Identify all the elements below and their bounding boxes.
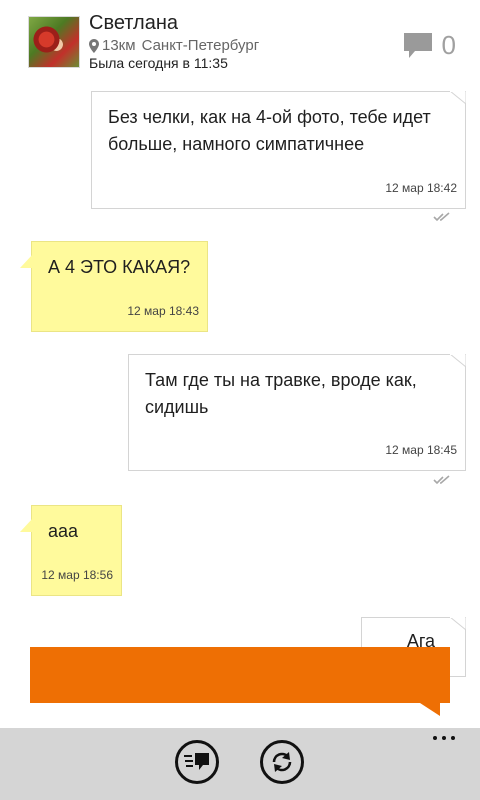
- bubble-tail: [20, 518, 33, 532]
- message-counter[interactable]: 0: [403, 30, 456, 61]
- message-time: 12 мар 18:43: [127, 304, 199, 318]
- message-text: Без челки, как на 4-ой фото, тебе идет б…: [108, 107, 431, 154]
- map-pin-icon: [89, 38, 99, 53]
- message-time: 12 мар 18:45: [385, 443, 457, 457]
- message-outgoing[interactable]: Там где ты на травке, вроде как, сидишь …: [128, 354, 466, 471]
- contact-name[interactable]: Светлана: [89, 12, 178, 35]
- speech-bubble-icon: [403, 32, 432, 58]
- message-input[interactable]: [30, 647, 450, 703]
- contact-avatar[interactable]: [28, 16, 80, 68]
- refresh-icon: [272, 752, 292, 772]
- double-check-icon: [433, 212, 450, 222]
- message-text: ааа: [48, 521, 79, 541]
- message-incoming[interactable]: ааа 12 мар 18:56: [20, 505, 122, 596]
- bubble-tail: [450, 617, 466, 631]
- chat-list-icon: [184, 753, 209, 770]
- bubble-tail: [450, 91, 466, 105]
- profile-header: Светлана 13км Санкт-Петербург Была сегод…: [0, 0, 480, 80]
- message-text: А 4 ЭТО КАКАЯ?: [48, 257, 191, 277]
- message-incoming[interactable]: А 4 ЭТО КАКАЯ? 12 мар 18:43: [20, 241, 208, 332]
- double-check-icon: [433, 475, 450, 485]
- chat-list-button[interactable]: [175, 740, 219, 784]
- compose-tail: [420, 703, 440, 716]
- city-label: Санкт-Петербург: [141, 37, 260, 54]
- message-time: 12 мар 18:42: [385, 181, 457, 195]
- bubble-tail: [20, 254, 33, 268]
- message-outgoing[interactable]: Без челки, как на 4-ой фото, тебе идет б…: [91, 91, 466, 209]
- more-dots-icon[interactable]: [433, 736, 455, 740]
- distance-label: 13км: [102, 37, 136, 54]
- last-seen-label: Была сегодня в 11:35: [89, 55, 228, 71]
- bubble-tail: [450, 354, 466, 368]
- message-time: 12 мар 18:56: [41, 568, 113, 582]
- refresh-button[interactable]: [260, 740, 304, 784]
- app-bar: [0, 728, 480, 800]
- message-count: 0: [441, 30, 456, 60]
- message-text: Там где ты на травке, вроде как, сидишь: [145, 370, 417, 417]
- location-row: 13км Санкт-Петербург: [89, 37, 259, 54]
